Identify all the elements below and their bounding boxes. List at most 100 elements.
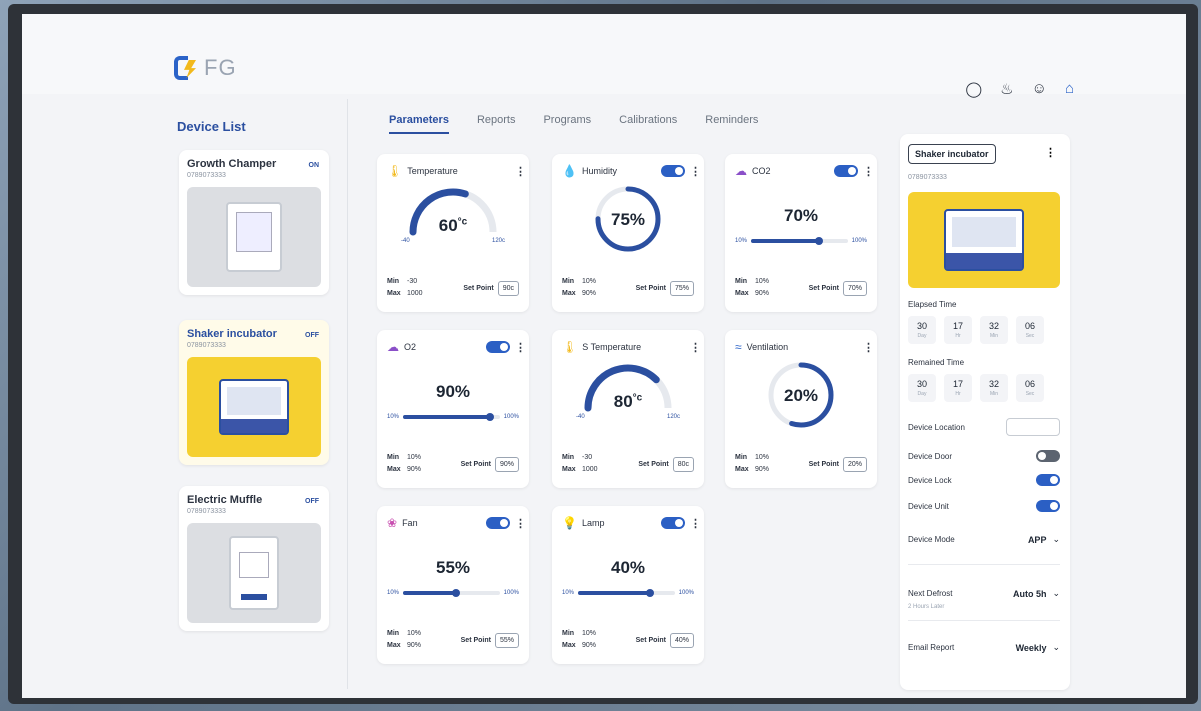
min-max-block: Min 10% Max 90% bbox=[562, 628, 596, 652]
param-slider[interactable]: 10% 100% bbox=[387, 589, 519, 597]
email-report-value: Weekly bbox=[1015, 642, 1047, 653]
time-value: 30 bbox=[916, 379, 927, 389]
more-options-icon[interactable]: ⋮ bbox=[1045, 146, 1056, 159]
device-door-label: Device Door bbox=[908, 451, 953, 461]
gauge-min-label: -40 bbox=[576, 414, 585, 420]
time-value: 06 bbox=[1024, 321, 1035, 331]
panel-device-image bbox=[908, 192, 1060, 288]
max-value: 90% bbox=[407, 466, 422, 473]
device-mode-row[interactable]: Device Mode APP ⌄ bbox=[908, 534, 1060, 545]
more-options-icon[interactable]: ⋮ bbox=[690, 341, 701, 354]
max-value: 1000 bbox=[407, 290, 423, 297]
tab-programs[interactable]: Programs bbox=[543, 114, 591, 134]
min-value: 10% bbox=[407, 630, 422, 637]
param-value: 20% bbox=[783, 386, 819, 405]
set-point-input[interactable]: 75% bbox=[669, 280, 694, 296]
param-toggle[interactable] bbox=[661, 165, 685, 177]
next-defrost-row[interactable]: Next Defrost Auto 5h ⌄ bbox=[908, 588, 1060, 599]
set-point-input[interactable]: 70% bbox=[842, 280, 867, 296]
param-toggle[interactable] bbox=[486, 341, 510, 353]
device-card-electric-muffle[interactable]: Electric Muffle OFF 0789073333 bbox=[179, 486, 329, 631]
param-slider[interactable]: 10% 100% bbox=[562, 589, 694, 597]
param-footer: Min 10% Max 90% Set Point 55% bbox=[387, 628, 519, 652]
max-label: Max bbox=[387, 642, 401, 649]
device-door-toggle[interactable] bbox=[1036, 450, 1060, 462]
time-value: 32 bbox=[988, 379, 999, 389]
set-point-label: Set Point bbox=[635, 636, 666, 644]
tab-reminders[interactable]: Reminders bbox=[705, 114, 758, 134]
bell-icon[interactable]: ♨ bbox=[1000, 80, 1013, 98]
param-card-header: 🌡 S Temperature ⋮ bbox=[562, 340, 701, 354]
elapsed-time-box: 06 Sec bbox=[1016, 316, 1044, 344]
time-unit: Sec bbox=[1025, 333, 1035, 339]
param-card-header: 🌡 Temperature ⋮ bbox=[387, 164, 526, 178]
more-options-icon[interactable]: ⋮ bbox=[690, 517, 701, 530]
min-value: 10% bbox=[755, 454, 770, 461]
param-footer: Min 10% Max 90% Set Point 90% bbox=[387, 452, 519, 476]
param-toggle[interactable] bbox=[661, 517, 685, 529]
slider-track[interactable] bbox=[403, 413, 500, 421]
param-card: 💡 Lamp ⋮ 40% 10% 100% Min 10% Max 90% Set Point 40% bbox=[552, 506, 704, 664]
min-max-block: Min 10% Max 90% bbox=[735, 452, 769, 476]
tag-icon[interactable]: ◯ bbox=[965, 80, 982, 98]
more-options-icon[interactable]: ⋮ bbox=[863, 165, 874, 178]
device-id: 0789073333 bbox=[187, 342, 226, 349]
param-card: ≈ Ventilation ⋮ 20% Min 10% Max 90% Set Point 20% bbox=[725, 330, 877, 488]
tab-reports[interactable]: Reports bbox=[477, 114, 516, 134]
device-status: OFF bbox=[305, 498, 319, 505]
slider-track[interactable] bbox=[751, 237, 848, 245]
max-label: Max bbox=[562, 466, 576, 473]
device-lock-row: Device Lock bbox=[908, 474, 1060, 486]
elapsed-time-box: 17 Hr bbox=[944, 316, 972, 344]
slider-max-label: 100% bbox=[503, 590, 519, 596]
more-options-icon[interactable]: ⋮ bbox=[515, 517, 526, 530]
set-point-input[interactable]: 55% bbox=[494, 632, 519, 648]
tab-parameters[interactable]: Parameters bbox=[389, 114, 449, 134]
param-slider[interactable]: 10% 100% bbox=[735, 237, 867, 245]
user-icon[interactable]: ☺ bbox=[1032, 80, 1047, 98]
min-label: Min bbox=[562, 630, 575, 637]
device-card-growth-chamber[interactable]: Growth Champer ON 0789073333 bbox=[179, 150, 329, 295]
set-point-label: Set Point bbox=[463, 284, 494, 292]
param-value: 75% bbox=[610, 210, 646, 229]
email-report-row[interactable]: Email Report Weekly ⌄ bbox=[908, 642, 1060, 653]
more-options-icon[interactable]: ⋮ bbox=[863, 341, 874, 354]
param-slider[interactable]: 10% 100% bbox=[387, 413, 519, 421]
param-title: Fan bbox=[402, 518, 418, 528]
more-options-icon[interactable]: ⋮ bbox=[515, 165, 526, 178]
min-value: -30 bbox=[582, 454, 593, 461]
panel-device-title[interactable]: Shaker incubator bbox=[908, 144, 996, 164]
more-options-icon[interactable]: ⋮ bbox=[690, 165, 701, 178]
panel-device-id: 0789073333 bbox=[908, 174, 947, 181]
set-point-input[interactable]: 90% bbox=[494, 456, 519, 472]
time-unit: Sec bbox=[1025, 391, 1035, 397]
top-icon-bar: ◯ ♨ ☺ ⌂ bbox=[965, 80, 1074, 98]
device-location-input[interactable] bbox=[1006, 418, 1060, 436]
param-title: Humidity bbox=[581, 166, 617, 176]
slider-track[interactable] bbox=[403, 589, 500, 597]
chevron-down-icon: ⌄ bbox=[1052, 588, 1060, 598]
home-icon[interactable]: ⌂ bbox=[1065, 80, 1074, 98]
set-point-input[interactable]: 20% bbox=[842, 456, 867, 472]
device-lock-toggle[interactable] bbox=[1036, 474, 1060, 486]
slider-track[interactable] bbox=[578, 589, 675, 597]
time-value: 32 bbox=[988, 321, 999, 331]
device-unit-toggle[interactable] bbox=[1036, 500, 1060, 512]
wind-icon: ≈ bbox=[735, 340, 742, 354]
divider bbox=[908, 620, 1060, 621]
param-toggle[interactable] bbox=[486, 517, 510, 529]
fan-icon: ❀ bbox=[387, 516, 398, 530]
max-value: 90% bbox=[755, 290, 770, 297]
min-max-block: Min 10% Max 90% bbox=[387, 628, 421, 652]
brand-logo[interactable]: FG bbox=[174, 54, 237, 82]
set-point-input[interactable]: 40% bbox=[669, 632, 694, 648]
param-card-header: ≈ Ventilation ⋮ bbox=[735, 340, 874, 354]
tab-calibrations[interactable]: Calibrations bbox=[619, 114, 677, 134]
more-options-icon[interactable]: ⋮ bbox=[515, 341, 526, 354]
param-card-header: ☁ O2 ⋮ bbox=[387, 340, 526, 354]
device-card-shaker-incubator[interactable]: Shaker incubator OFF 0789073333 bbox=[179, 320, 329, 465]
param-toggle[interactable] bbox=[834, 165, 858, 177]
elapsed-time-row: 30 Day 17 Hr 32 Min 06 Sec bbox=[908, 316, 1044, 344]
set-point-input[interactable]: 80c bbox=[672, 456, 694, 472]
set-point-input[interactable]: 90c bbox=[497, 280, 519, 296]
